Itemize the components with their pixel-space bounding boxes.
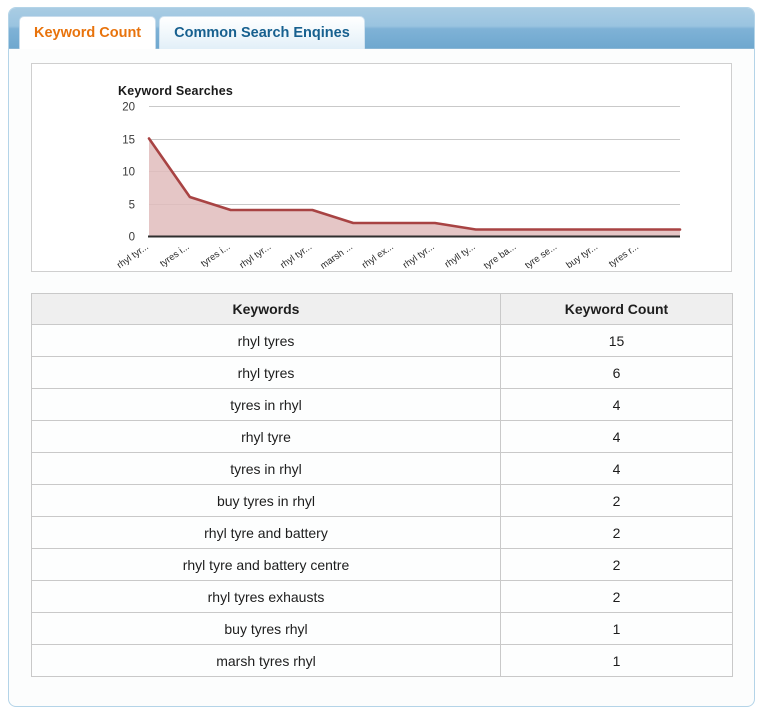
chart-x-tick-label: tyres i... xyxy=(199,241,233,269)
table-row: rhyl tyres 15 xyxy=(31,324,733,357)
table-row: buy tyres rhyl 1 xyxy=(31,612,733,645)
cell-keyword: rhyl tyre and battery xyxy=(31,516,501,549)
cell-keyword: rhyl tyre xyxy=(31,420,501,453)
keyword-searches-chart-panel: Keyword Searches 0 5 10 15 20 rhyl tyr... tyre… xyxy=(31,63,732,272)
tab-content-keyword-count: Keyword Searches 0 5 10 15 20 rhyl tyr... tyre… xyxy=(9,63,754,677)
chart-x-tick-label: tyre se... xyxy=(523,241,559,271)
column-header-keywords: Keywords xyxy=(31,293,501,325)
chart-x-tick-label: rhyl tyr... xyxy=(401,241,437,271)
application-panel: Keyword Count Common Search Enqines Keyw… xyxy=(8,7,755,707)
cell-keyword-count: 1 xyxy=(500,644,733,677)
chart-x-tick-label: rhyl tyr... xyxy=(115,241,151,271)
cell-keyword: rhyl tyres xyxy=(31,324,501,357)
table-row: marsh tyres rhyl 1 xyxy=(31,644,733,677)
chart-y-tick-label: 20 xyxy=(122,102,135,114)
cell-keyword-count: 1 xyxy=(500,612,733,645)
cell-keyword-count: 2 xyxy=(500,548,733,581)
keyword-count-table: Keywords Keyword Count rhyl tyres 15 rhyl … xyxy=(31,293,733,677)
chart-x-tick-label: tyres r... xyxy=(607,241,641,269)
cell-keyword: tyres in rhyl xyxy=(31,452,501,485)
table-row: tyres in rhyl 4 xyxy=(31,452,733,485)
keyword-searches-area-chart: 05101520rhyl tyr... tyres i... tyres i... r… xyxy=(115,102,682,271)
table-row: rhyl tyre 4 xyxy=(31,420,733,453)
table-head: Keywords Keyword Count xyxy=(31,293,733,325)
cell-keyword-count: 6 xyxy=(500,356,733,389)
cell-keyword: rhyl tyres exhausts xyxy=(31,580,501,613)
cell-keyword-count: 15 xyxy=(500,324,733,357)
cell-keyword: tyres in rhyl xyxy=(31,388,501,421)
chart-area-fill xyxy=(149,138,680,236)
chart-x-tick-label: rhyll ty... xyxy=(443,241,478,270)
table-row: buy tyres in rhyl 2 xyxy=(31,484,733,517)
cell-keyword-count: 2 xyxy=(500,580,733,613)
tab-keyword-count[interactable]: Keyword Count xyxy=(19,16,157,49)
column-header-keyword-count: Keyword Count xyxy=(500,293,733,325)
cell-keyword-count: 2 xyxy=(500,516,733,549)
chart-x-tick-label: buy tyr... xyxy=(564,241,600,271)
table-row: tyres in rhyl 4 xyxy=(31,388,733,421)
cell-keyword-count: 4 xyxy=(500,420,733,453)
chart-x-tick-label: rhyl ex... xyxy=(360,241,396,271)
tab-bar: Keyword Count Common Search Enqines xyxy=(9,8,754,49)
cell-keyword: buy tyres in rhyl xyxy=(31,484,501,517)
table-row: rhyl tyre and battery centre 2 xyxy=(31,548,733,581)
chart-y-tick-label: 10 xyxy=(122,167,135,179)
table-row: rhyl tyre and battery 2 xyxy=(31,516,733,549)
cell-keyword-count: 4 xyxy=(500,388,733,421)
chart-x-tick-label: rhyl tyr... xyxy=(278,241,314,271)
table-body: rhyl tyres 15 rhyl tyres 6 tyres in rhyl 4 rhy… xyxy=(31,324,733,677)
cell-keyword-count: 4 xyxy=(500,452,733,485)
chart-y-tick-label: 0 xyxy=(129,232,135,244)
cell-keyword: buy tyres rhyl xyxy=(31,612,501,645)
table-row: rhyl tyres 6 xyxy=(31,356,733,389)
chart-y-tick-label: 15 xyxy=(122,135,135,147)
cell-keyword: rhyl tyre and battery centre xyxy=(31,548,501,581)
tab-list: Keyword Count Common Search Enqines xyxy=(19,8,754,49)
chart-x-tick-label: tyre ba... xyxy=(482,241,519,271)
tab-common-search-engines[interactable]: Common Search Enqines xyxy=(159,16,365,49)
cell-keyword-count: 2 xyxy=(500,484,733,517)
cell-keyword: rhyl tyres xyxy=(31,356,501,389)
table-header-row: Keywords Keyword Count xyxy=(31,293,733,325)
chart-x-tick-label: tyres i... xyxy=(158,241,192,269)
chart-x-tick-label: rhyl tyr... xyxy=(238,241,274,271)
table-row: rhyl tyres exhausts 2 xyxy=(31,580,733,613)
chart-y-tick-label: 5 xyxy=(129,200,135,212)
chart-x-tick-label: marsh ... xyxy=(318,241,355,271)
cell-keyword: marsh tyres rhyl xyxy=(31,644,501,677)
